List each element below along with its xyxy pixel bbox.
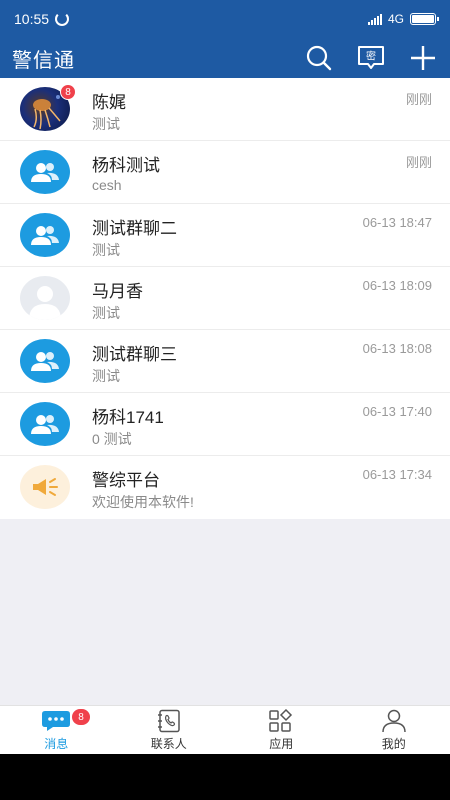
conversation-name: 马月香 [92,282,143,301]
conversation-preview: 测试 [92,305,120,321]
tab-contacts[interactable]: 联系人 [113,706,226,754]
unread-badge: 8 [60,84,76,100]
secret-chat-button[interactable]: 密 [356,43,386,73]
speaker-icon [33,478,58,496]
tab-label: 我的 [381,736,406,751]
conversation-name: 测试群聊二 [92,219,177,238]
conversation-item[interactable]: 测试群聊二 测试 06-13 18:47 [0,204,450,267]
tab-label: 联系人 [150,736,187,751]
avatar [20,276,70,320]
conversation-preview: 测试 [92,116,120,132]
conversation-preview: cesh [92,177,122,193]
network-type: 4G [387,12,404,26]
group-icon [31,415,59,434]
secret-chat-icon: 密 [358,46,384,69]
conversation-name: 测试群聊三 [92,345,177,364]
avatar [20,150,70,194]
conversation-preview: 测试 [92,368,120,384]
group-icon [31,352,59,371]
conversation-time: 06-13 18:08 [362,341,432,356]
group-icon [31,226,59,245]
system-nav-bar [0,754,450,800]
conversation-time: 06-13 17:40 [362,404,432,419]
conversation-time: 06-13 18:47 [362,215,432,230]
conversation-name: 陈娓 [92,93,126,112]
conversation-preview: 0 测试 [92,431,132,447]
apps-grid-icon [269,708,293,732]
app-header: 警信通 密 [0,38,450,78]
conversation-item[interactable]: 马月香 测试 06-13 18:09 [0,267,450,330]
signal-icon [367,13,382,25]
add-button[interactable] [408,43,438,73]
secret-label: 密 [366,50,376,63]
conversation-time: 06-13 18:09 [362,278,432,293]
avatar [20,465,70,509]
status-indicators: 4G [367,12,439,26]
tab-profile[interactable]: 我的 [338,706,450,754]
conversation-item[interactable]: 测试群聊三 测试 06-13 18:08 [0,330,450,393]
search-icon [306,45,332,71]
page-title: 警信通 [12,49,75,72]
tab-label: 消息 [44,736,69,751]
unread-badge: 8 [72,709,90,725]
conversation-preview: 欢迎使用本软件! [92,494,194,510]
conversation-item[interactable]: 8 陈娓 测试 刚刚 [0,78,450,141]
conversation-item[interactable]: 警综平台 欢迎使用本软件! 06-13 17:34 [0,456,450,519]
avatar [20,402,70,446]
conversation-name: 警综平台 [92,471,160,490]
tab-messages[interactable]: 消息 8 [0,706,113,754]
status-time: 10:55 [14,11,50,27]
conversation-time: 刚刚 [405,155,432,170]
bottom-nav: 消息 8 联系人 应用 我的 [0,705,450,754]
group-icon [31,163,59,182]
conversation-preview: 测试 [92,242,120,258]
search-button[interactable] [304,43,334,73]
add-icon [411,46,435,70]
sync-icon [55,12,70,26]
profile-icon [382,709,406,732]
chat-bubble-icon [42,710,71,731]
battery-icon [410,13,439,25]
avatar [20,213,70,257]
avatar [20,339,70,383]
conversation-name: 杨科测试 [92,156,160,175]
battery-level [412,15,434,23]
status-bar: 10:55 4G [0,0,450,38]
conversation-item[interactable]: 杨科测试 cesh 刚刚 [0,141,450,204]
phonebook-icon [157,709,180,732]
tab-label: 应用 [269,736,294,751]
default-person-icon [29,286,61,320]
conversation-item[interactable]: 杨科1741 0 测试 06-13 17:40 [0,393,450,456]
conversation-name: 杨科1741 [92,408,164,427]
tab-apps[interactable]: 应用 [225,706,338,754]
conversation-time: 06-13 17:34 [362,467,432,482]
conversation-list: 8 陈娓 测试 刚刚 杨科测试 cesh 刚刚 测试群聊二 测试 06-13 1… [0,78,450,519]
conversation-time: 刚刚 [405,92,432,107]
